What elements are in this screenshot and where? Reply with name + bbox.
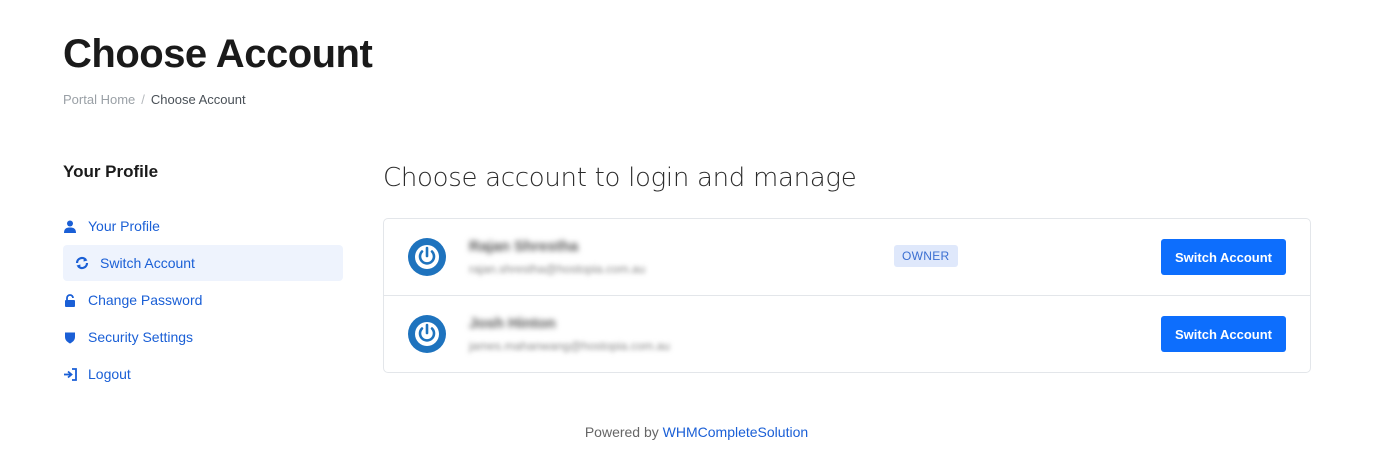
switch-account-button[interactable]: Switch Account — [1161, 316, 1286, 352]
sidebar-item-label: Change Password — [88, 292, 203, 308]
shield-icon — [63, 330, 77, 344]
main-content: Choose account to login and manage Rajan… — [383, 160, 1311, 373]
sidebar-item-change-password[interactable]: Change Password — [63, 282, 343, 318]
sidebar: Your Profile Your Profile Switch Account… — [63, 162, 343, 393]
account-name: Josh Hinton — [469, 315, 556, 332]
switch-account-button[interactable]: Switch Account — [1161, 239, 1286, 275]
sidebar-item-your-profile[interactable]: Your Profile — [63, 208, 343, 244]
refresh-icon — [75, 256, 89, 270]
sidebar-item-security-settings[interactable]: Security Settings — [63, 319, 343, 355]
avatar — [408, 315, 446, 353]
footer-prefix: Powered by — [584, 424, 659, 440]
sidebar-item-label: Your Profile — [88, 218, 160, 234]
account-row: Josh Hinton james.mahanwang@hostopia.com… — [384, 296, 1310, 372]
power-icon — [415, 322, 439, 346]
user-icon — [63, 219, 77, 233]
breadcrumb-current: Choose Account — [150, 92, 246, 107]
sidebar-item-label: Switch Account — [100, 255, 195, 271]
main-heading: Choose account to login and manage — [383, 163, 857, 193]
footer: Powered by WHMCompleteSolution — [0, 424, 1383, 440]
account-row: Rajan Shrestha rajan.shrestha@hostopia.c… — [384, 219, 1310, 296]
account-email: james.mahanwang@hostopia.com.au — [469, 339, 670, 353]
sidebar-item-label: Logout — [88, 366, 131, 382]
lock-icon — [63, 293, 77, 307]
power-icon — [415, 245, 439, 269]
owner-badge: OWNER — [894, 245, 958, 267]
account-email: rajan.shrestha@hostopia.com.au — [469, 262, 646, 276]
footer-link[interactable]: WHMCompleteSolution — [663, 424, 809, 440]
logout-icon — [63, 367, 77, 381]
page-title: Choose Account — [63, 32, 373, 76]
sidebar-item-logout[interactable]: Logout — [63, 356, 343, 392]
breadcrumb-separator: / — [141, 92, 145, 107]
sidebar-item-switch-account[interactable]: Switch Account — [63, 245, 343, 281]
breadcrumb-home-link[interactable]: Portal Home — [63, 92, 135, 107]
account-name: Rajan Shrestha — [469, 238, 579, 255]
sidebar-title: Your Profile — [63, 162, 159, 181]
breadcrumb: Portal Home / Choose Account — [63, 92, 246, 107]
sidebar-item-label: Security Settings — [88, 329, 194, 345]
account-list: Rajan Shrestha rajan.shrestha@hostopia.c… — [383, 218, 1311, 373]
avatar — [408, 238, 446, 276]
